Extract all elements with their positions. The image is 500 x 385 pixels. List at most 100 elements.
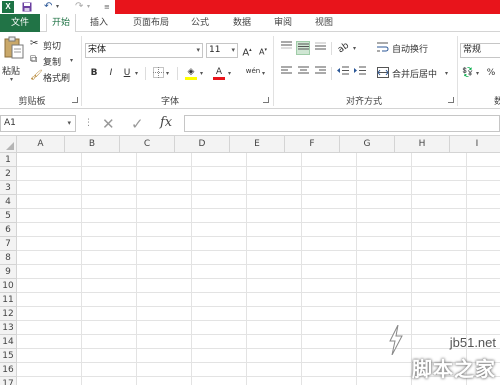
- merge-center-button[interactable]: 合并后居中 ▾: [377, 66, 453, 81]
- row-header[interactable]: 7: [0, 237, 17, 251]
- merge-dropdown-icon[interactable]: ▾: [445, 70, 448, 77]
- row-header[interactable]: 5: [0, 209, 17, 223]
- redo-icon[interactable]: ↷: [75, 0, 83, 14]
- borders-dropdown-icon[interactable]: ▾: [166, 70, 169, 77]
- enter-check-icon[interactable]: ✓: [131, 115, 144, 133]
- accounting-format-button[interactable]: 💱: [461, 66, 475, 80]
- row-header[interactable]: 2: [0, 167, 17, 181]
- tab-home[interactable]: 开始: [46, 14, 76, 33]
- tab-review[interactable]: 审阅: [268, 14, 298, 32]
- column-header[interactable]: I: [450, 136, 500, 153]
- align-right-button[interactable]: [313, 66, 327, 80]
- format-painter-button[interactable]: 🖌 格式刷: [30, 70, 78, 84]
- redo-dropdown-icon[interactable]: ▾: [87, 0, 90, 14]
- tab-file[interactable]: 文件: [0, 14, 40, 32]
- cut-button[interactable]: ✂ 剪切: [30, 38, 78, 52]
- row-header[interactable]: 9: [0, 265, 17, 279]
- font-color-dropdown-icon[interactable]: ▾: [228, 70, 231, 77]
- align-bottom-icon: [314, 42, 326, 50]
- row-header[interactable]: 12: [0, 307, 17, 321]
- row-header[interactable]: 17: [0, 377, 17, 385]
- select-all-button[interactable]: [0, 136, 17, 153]
- row-header[interactable]: 11: [0, 293, 17, 307]
- formula-bar: A1 ▾ ⋮ ✕ ✓ fx: [0, 109, 500, 136]
- column-header[interactable]: D: [175, 136, 230, 153]
- font-size-select[interactable]: 11 ▾: [206, 43, 238, 58]
- decrease-indent-button[interactable]: [336, 66, 350, 80]
- phonetic-dropdown-icon[interactable]: ▾: [262, 70, 265, 77]
- underline-button[interactable]: U: [120, 66, 134, 80]
- tab-view[interactable]: 视图: [309, 14, 339, 32]
- customize-qat-icon[interactable]: ≡: [104, 0, 110, 14]
- phonetic-button[interactable]: wén: [244, 64, 262, 78]
- tab-insert[interactable]: 插入: [84, 14, 114, 32]
- grow-font-button[interactable]: A▴: [240, 43, 254, 58]
- tab-data[interactable]: 数据: [227, 14, 257, 32]
- cancel-icon[interactable]: ✕: [102, 115, 115, 133]
- name-box[interactable]: A1 ▾: [0, 115, 76, 132]
- number-format-select[interactable]: 常规: [460, 43, 500, 58]
- row-header[interactable]: 3: [0, 181, 17, 195]
- fill-color-dropdown-icon[interactable]: ▾: [200, 70, 203, 77]
- row-header[interactable]: 4: [0, 195, 17, 209]
- cut-label: 剪切: [43, 42, 62, 52]
- row-header[interactable]: 15: [0, 349, 17, 363]
- column-header[interactable]: G: [340, 136, 395, 153]
- worksheet-grid: ABCDEFGHI 1 2 3 4 5 6 7 8 9 10 11 12 13 14 15 16 17 jb51…: [0, 136, 500, 385]
- align-top-button[interactable]: [279, 41, 293, 55]
- bold-button[interactable]: B: [87, 66, 101, 80]
- format-painter-label: 格式刷: [43, 74, 71, 84]
- borders-button[interactable]: [151, 66, 165, 80]
- paste-dropdown-icon[interactable]: ▾: [10, 76, 13, 83]
- insert-function-button[interactable]: fx: [160, 115, 172, 130]
- tab-formulas[interactable]: 公式: [185, 14, 215, 32]
- row-header[interactable]: 8: [0, 251, 17, 265]
- italic-button[interactable]: I: [104, 66, 118, 80]
- font-color-swatch: [213, 77, 225, 80]
- shrink-font-button[interactable]: A▾: [256, 43, 270, 57]
- row-header[interactable]: 14: [0, 335, 17, 349]
- accounting-dropdown-icon[interactable]: ▾: [476, 70, 479, 77]
- increase-indent-icon: [354, 66, 366, 75]
- column-header[interactable]: A: [17, 136, 65, 153]
- align-center-button[interactable]: [296, 66, 310, 80]
- align-left-button[interactable]: [279, 66, 293, 80]
- tab-page-layout[interactable]: 页面布局: [126, 14, 176, 32]
- row-header[interactable]: 6: [0, 223, 17, 237]
- column-header[interactable]: B: [65, 136, 120, 153]
- number-format-value: 常规: [463, 45, 482, 55]
- save-icon[interactable]: [22, 0, 32, 14]
- divider: [331, 67, 332, 80]
- column-header[interactable]: C: [120, 136, 175, 153]
- group-divider: [81, 36, 82, 106]
- increase-indent-button[interactable]: [353, 66, 367, 80]
- wrap-text-button[interactable]: 自动换行: [377, 41, 439, 56]
- column-header[interactable]: E: [230, 136, 285, 153]
- paste-button[interactable]: 粘贴 ▾: [2, 36, 26, 83]
- column-header[interactable]: F: [285, 136, 340, 153]
- align-middle-button[interactable]: [296, 41, 310, 55]
- undo-dropdown-icon[interactable]: ▾: [56, 0, 59, 14]
- percent-button[interactable]: %: [484, 66, 498, 80]
- borders-icon: [152, 67, 164, 78]
- alignment-launcher-icon[interactable]: [448, 97, 454, 103]
- font-name-select[interactable]: 宋体 ▾: [85, 43, 203, 58]
- copy-button[interactable]: ⧉ 复制 ▾: [30, 54, 78, 68]
- undo-icon[interactable]: ↶: [44, 0, 52, 14]
- fill-color-button[interactable]: ◈: [184, 65, 198, 80]
- formula-input[interactable]: [184, 115, 500, 132]
- row-header[interactable]: 10: [0, 279, 17, 293]
- row-header[interactable]: 16: [0, 363, 17, 377]
- align-middle-icon: [297, 43, 309, 50]
- font-color-button[interactable]: A: [212, 65, 226, 80]
- orientation-button[interactable]: ab: [337, 41, 352, 56]
- clipboard-launcher-icon[interactable]: [72, 97, 78, 103]
- column-header[interactable]: H: [395, 136, 450, 153]
- align-bottom-button[interactable]: [313, 41, 327, 55]
- orientation-dropdown-icon[interactable]: ▾: [353, 45, 356, 52]
- row-header[interactable]: 1: [0, 153, 17, 167]
- copy-dropdown-icon[interactable]: ▾: [70, 57, 73, 64]
- font-launcher-icon[interactable]: [263, 97, 269, 103]
- underline-dropdown-icon[interactable]: ▾: [135, 70, 138, 77]
- row-header[interactable]: 13: [0, 321, 17, 335]
